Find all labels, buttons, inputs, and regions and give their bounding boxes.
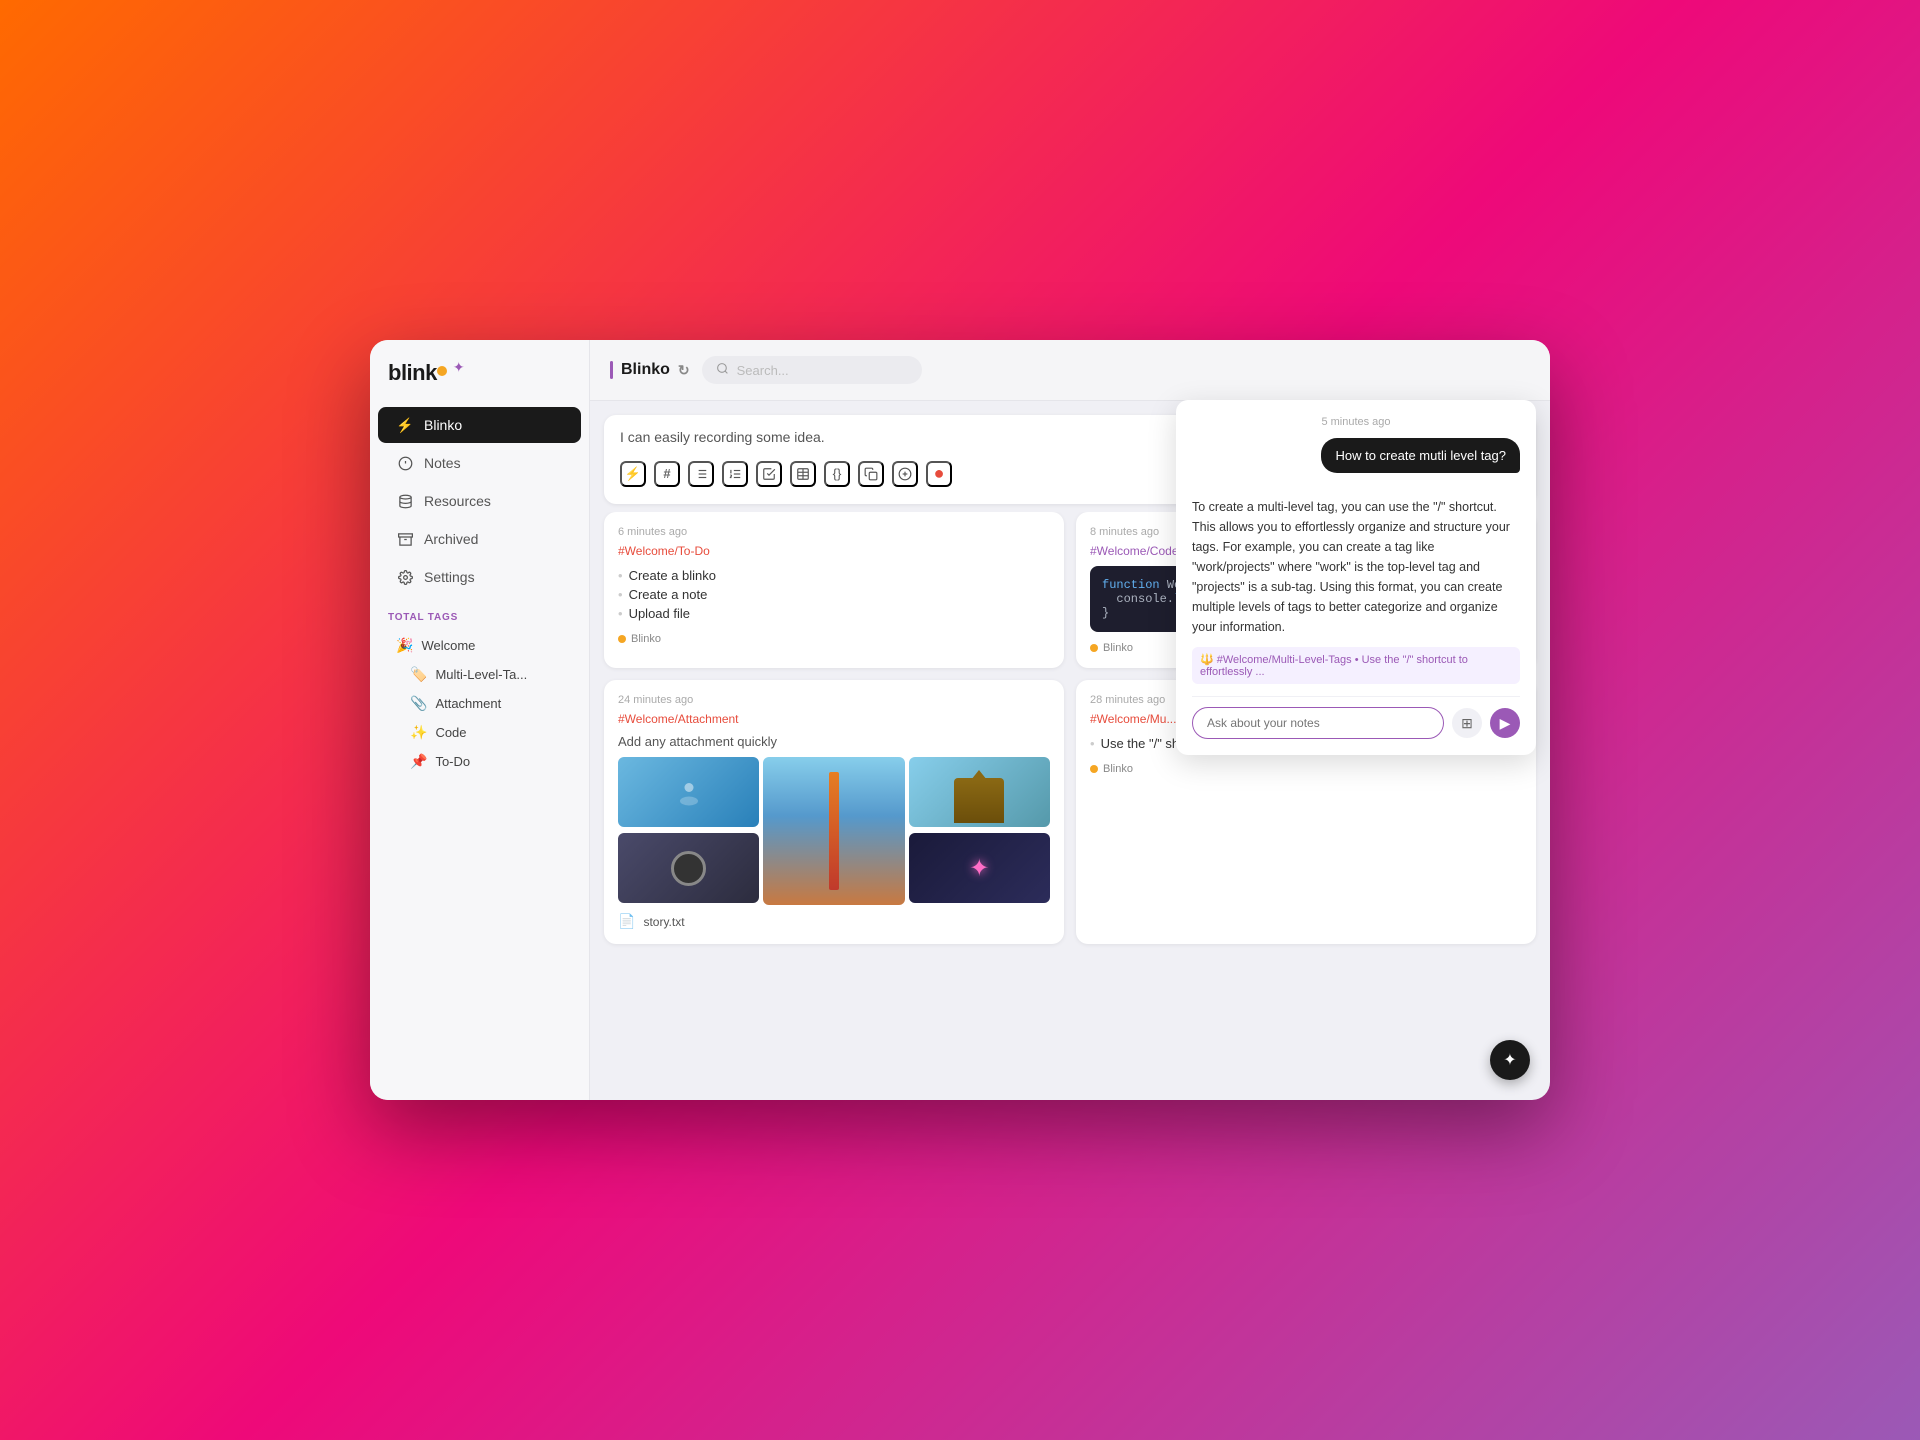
- logo-star: ✦: [453, 359, 465, 376]
- page-title-bar: Blinko ↻: [610, 361, 690, 379]
- tag-todo-emoji: 📌: [410, 753, 427, 770]
- sidebar-item-resources[interactable]: Resources: [378, 483, 581, 519]
- main-content: Blinko ↻ Search... I can easily recordin…: [590, 340, 1550, 1100]
- ai-gallery-button[interactable]: ⊞: [1452, 708, 1482, 738]
- toolbar-add[interactable]: [892, 461, 918, 487]
- ai-input-area: ⊞ ▶: [1192, 696, 1520, 739]
- refresh-icon[interactable]: ↻: [678, 362, 690, 379]
- toolbar-bullet-list[interactable]: [688, 461, 714, 487]
- note-ml-author: Blinko: [1103, 763, 1133, 775]
- note-todo-item-1: Create a blinko: [618, 566, 1050, 585]
- search-bar[interactable]: Search...: [702, 356, 922, 384]
- ai-float-icon: ✦: [1503, 1050, 1516, 1070]
- image-4[interactable]: [618, 833, 759, 903]
- note-attachment: 24 minutes ago #Welcome/Attachment Add a…: [604, 680, 1064, 944]
- sidebar-item-label: Blinko: [424, 417, 462, 433]
- note-ml-footer: Blinko: [1090, 763, 1522, 775]
- sidebar: blink ✦ ⚡ Blinko Notes Resources Archived: [370, 340, 590, 1100]
- tag-multilevel-emoji: 🏷️: [410, 666, 427, 683]
- blinko-dot: [618, 635, 626, 643]
- tag-attachment[interactable]: 📎 Attachment: [388, 689, 571, 718]
- image-3[interactable]: [909, 757, 1050, 827]
- toolbar-code[interactable]: {}: [824, 461, 850, 487]
- tag-multilevel[interactable]: 🏷️ Multi-Level-Ta...: [388, 660, 571, 689]
- ai-float-button[interactable]: ✦: [1490, 1040, 1530, 1080]
- image-5[interactable]: ✦: [909, 833, 1050, 903]
- toolbar-hash[interactable]: #: [654, 461, 680, 487]
- tag-code-label: Code: [435, 725, 466, 740]
- sidebar-item-resources-label: Resources: [424, 493, 491, 509]
- sidebar-item-notes-label: Notes: [424, 455, 461, 471]
- note-todo-item-3: Upload file: [618, 604, 1050, 623]
- tag-attachment-emoji: 📎: [410, 695, 427, 712]
- note-todo-time: 6 minutes ago: [618, 526, 1050, 538]
- title-accent: [610, 361, 613, 379]
- image-2[interactable]: [763, 757, 904, 905]
- notes-icon: [396, 454, 414, 472]
- ai-send-button[interactable]: ▶: [1490, 708, 1520, 738]
- image-1[interactable]: [618, 757, 759, 827]
- page-title: Blinko: [621, 361, 670, 379]
- blinko-dot-ml: [1090, 765, 1098, 773]
- tag-todo-label: To-Do: [435, 754, 470, 769]
- ai-response-text: To create a multi-level tag, you can use…: [1192, 497, 1520, 637]
- settings-icon: [396, 568, 414, 586]
- archived-icon: [396, 530, 414, 548]
- tag-code[interactable]: ✨ Code: [388, 718, 571, 747]
- logo: blink ✦: [370, 360, 589, 406]
- blinko-icon: ⚡: [396, 416, 414, 434]
- tag-welcome-emoji: 🎉: [396, 637, 413, 654]
- sidebar-item-settings-label: Settings: [424, 569, 475, 585]
- blinko-dot-code: [1090, 644, 1098, 652]
- note-code-author: Blinko: [1103, 642, 1133, 654]
- resources-icon: [396, 492, 414, 510]
- note-attachment-title: Add any attachment quickly: [618, 734, 1050, 749]
- toolbar-numbered-list[interactable]: [722, 461, 748, 487]
- note-todo-item-2: Create a note: [618, 585, 1050, 604]
- note-todo-footer: Blinko: [618, 633, 1050, 645]
- tag-attachment-label: Attachment: [435, 696, 501, 711]
- note-attachment-time: 24 minutes ago: [618, 694, 1050, 706]
- toolbar-record[interactable]: ●: [926, 461, 952, 487]
- tag-welcome[interactable]: 🎉 Welcome: [388, 631, 571, 660]
- toolbar-lightning[interactable]: ⚡: [620, 461, 646, 487]
- image-grid: ✦: [618, 757, 1050, 905]
- tag-multilevel-label: Multi-Level-Ta...: [435, 667, 527, 682]
- ai-chat-time: 5 minutes ago: [1192, 416, 1520, 428]
- note-todo-tag[interactable]: #Welcome/To-Do: [618, 544, 1050, 558]
- toolbar-table[interactable]: [790, 461, 816, 487]
- toolbar-copy[interactable]: [858, 461, 884, 487]
- note-todo-list: Create a blinko Create a note Upload fil…: [618, 566, 1050, 623]
- sidebar-item-archived-label: Archived: [424, 531, 478, 547]
- file-name: story.txt: [643, 915, 684, 929]
- ai-source-text: 🔱 #Welcome/Multi-Level-Tags • Use the "/…: [1200, 653, 1512, 678]
- note-todo-author: Blinko: [631, 633, 661, 645]
- tag-welcome-label: Welcome: [421, 638, 475, 653]
- note-todo: 6 minutes ago #Welcome/To-Do Create a bl…: [604, 512, 1064, 668]
- user-message-bubble: How to create mutli level tag?: [1321, 438, 1520, 473]
- tag-code-emoji: ✨: [410, 724, 427, 741]
- sidebar-item-blinko[interactable]: ⚡ Blinko: [378, 407, 581, 443]
- search-placeholder: Search...: [737, 363, 789, 378]
- note-attachment-tag[interactable]: #Welcome/Attachment: [618, 712, 1050, 726]
- tags-section: TOTAL TAGS 🎉 Welcome 🏷️ Multi-Level-Ta..…: [370, 596, 589, 782]
- file-icon: 📄: [618, 913, 635, 930]
- top-bar: Blinko ↻ Search...: [590, 340, 1550, 401]
- ai-chat-overlay: 5 minutes ago How to create mutli level …: [1176, 400, 1536, 755]
- ai-source: 🔱 #Welcome/Multi-Level-Tags • Use the "/…: [1192, 647, 1520, 684]
- code-fn: function: [1102, 578, 1167, 592]
- sidebar-item-settings[interactable]: Settings: [378, 559, 581, 595]
- tag-todo[interactable]: 📌 To-Do: [388, 747, 571, 776]
- logo-text: blink: [388, 360, 447, 386]
- sidebar-item-notes[interactable]: Notes: [378, 445, 581, 481]
- sidebar-item-archived[interactable]: Archived: [378, 521, 581, 557]
- tags-label: TOTAL TAGS: [388, 612, 571, 623]
- ai-input[interactable]: [1192, 707, 1444, 739]
- file-attachment[interactable]: 📄 story.txt: [618, 913, 1050, 930]
- toolbar-task-list[interactable]: [756, 461, 782, 487]
- search-icon: [716, 362, 729, 378]
